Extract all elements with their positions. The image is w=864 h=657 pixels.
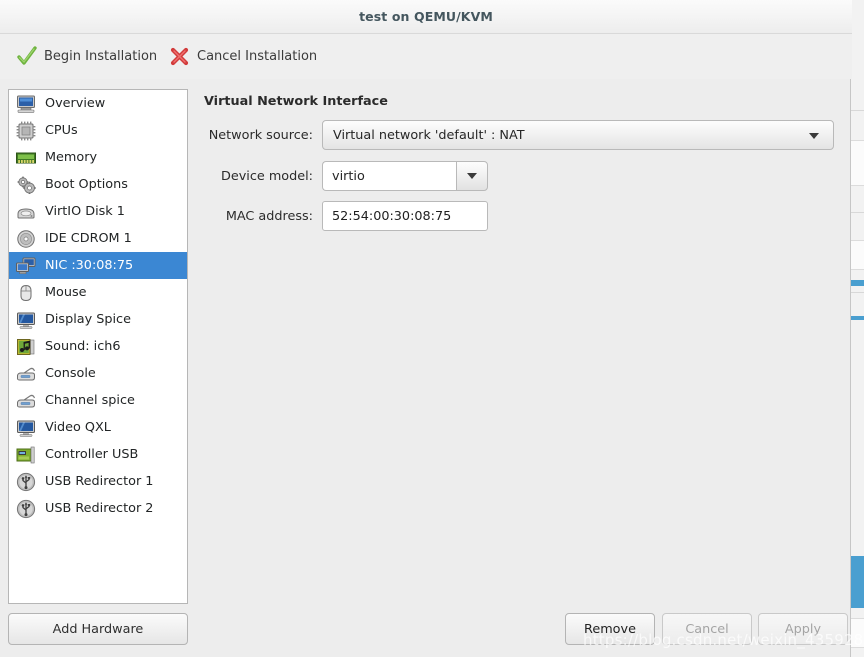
chevron-down-icon — [809, 133, 819, 139]
network-source-row: Network source: Virtual network 'default… — [196, 120, 834, 150]
usb-icon — [15, 498, 37, 520]
main-pane: Virtual Network Interface Network source… — [196, 89, 852, 604]
gears-icon — [15, 174, 37, 196]
cdrom-icon — [15, 228, 37, 250]
device-model-label: Device model: — [221, 168, 313, 184]
device-model-arrow-button[interactable] — [456, 161, 488, 191]
hardware-list-item-label: Overview — [45, 96, 106, 111]
controller-card-icon — [15, 444, 37, 466]
cpu-chip-icon — [15, 120, 37, 142]
memory-stick-icon — [15, 147, 37, 169]
hardware-list-item-label: NIC :30:08:75 — [45, 258, 134, 273]
hardware-list-item-label: VirtIO Disk 1 — [45, 204, 125, 219]
hardware-list-item[interactable]: Memory — [9, 144, 187, 171]
hardware-list-item-label: Channel spice — [45, 393, 135, 408]
toolbar: Begin Installation Cancel Installation — [0, 34, 852, 79]
red-x-icon — [169, 46, 190, 67]
channel-icon — [15, 390, 37, 412]
hardware-list-item[interactable]: Video QXL — [9, 414, 187, 441]
hardware-list-item-label: USB Redirector 1 — [45, 474, 154, 489]
hardware-list-item[interactable]: USB Redirector 2 — [9, 495, 187, 522]
network-source-label: Network source: — [208, 127, 313, 143]
sound-icon — [15, 336, 37, 358]
monitor-icon — [15, 93, 37, 115]
hardware-list-item-label: CPUs — [45, 123, 78, 138]
mouse-icon — [15, 282, 37, 304]
hardware-list-item-label: Sound: ich6 — [45, 339, 121, 354]
hardware-list-item[interactable]: Sound: ich6 — [9, 333, 187, 360]
video-icon — [15, 417, 37, 439]
section-title: Virtual Network Interface — [204, 94, 388, 109]
mac-address-label: MAC address: — [225, 208, 313, 224]
network-icon — [15, 255, 37, 277]
display-icon — [15, 309, 37, 331]
hardware-list-item-label: USB Redirector 2 — [45, 501, 154, 516]
hardware-list-item-label: Video QXL — [45, 420, 111, 435]
mac-address-row: MAC address: 52:54:00:30:08:75 — [196, 201, 488, 231]
hardware-list-item[interactable]: Display Spice — [9, 306, 187, 333]
hardware-list-item-label: Display Spice — [45, 312, 131, 327]
hardware-list-item[interactable]: VirtIO Disk 1 — [9, 198, 187, 225]
begin-installation-label: Begin Installation — [44, 48, 158, 64]
hardware-list-item[interactable]: IDE CDROM 1 — [9, 225, 187, 252]
cancel-installation-label: Cancel Installation — [197, 48, 318, 64]
apply-button: Apply — [758, 613, 848, 645]
hardware-list-item[interactable]: Boot Options — [9, 171, 187, 198]
hardware-list-item-label: Boot Options — [45, 177, 128, 192]
network-source-dropdown[interactable]: Virtual network 'default' : NAT — [322, 120, 834, 150]
device-model-row: Device model: virtio — [196, 161, 488, 191]
add-hardware-button[interactable]: Add Hardware — [8, 613, 188, 645]
hardware-list-item[interactable]: Mouse — [9, 279, 187, 306]
hardware-list-item-label: Console — [45, 366, 96, 381]
hardware-list-item[interactable]: Console — [9, 360, 187, 387]
hardware-list-item-label: Mouse — [45, 285, 87, 300]
mac-address-input[interactable]: 52:54:00:30:08:75 — [322, 201, 488, 231]
hardware-list-item-label: Memory — [45, 150, 98, 165]
usb-icon — [15, 471, 37, 493]
cancel-button: Cancel — [662, 613, 752, 645]
device-model-dropdown[interactable]: virtio — [322, 161, 488, 191]
hardware-list-item-label: Controller USB — [45, 447, 139, 462]
hardware-list-item[interactable]: CPUs — [9, 117, 187, 144]
harddisk-icon — [15, 201, 37, 223]
hardware-list-item[interactable]: Channel spice — [9, 387, 187, 414]
background-window-sliver — [850, 0, 864, 657]
hardware-list[interactable]: Overview CPUs Memory Boot Options VirtIO… — [8, 89, 188, 604]
title-bar: test on QEMU/KVM — [0, 0, 852, 34]
chevron-down-icon — [467, 173, 477, 179]
hardware-list-item[interactable]: USB Redirector 1 — [9, 468, 187, 495]
window-title: test on QEMU/KVM — [359, 9, 493, 24]
hardware-list-item[interactable]: Controller USB — [9, 441, 187, 468]
cancel-installation-button[interactable]: Cancel Installation — [163, 39, 323, 73]
network-source-value: Virtual network 'default' : NAT — [333, 127, 525, 143]
begin-installation-button[interactable]: Begin Installation — [10, 39, 163, 73]
console-icon — [15, 363, 37, 385]
hardware-list-item[interactable]: Overview — [9, 90, 187, 117]
hardware-list-item[interactable]: NIC :30:08:75 — [9, 252, 187, 279]
hardware-list-item-label: IDE CDROM 1 — [45, 231, 132, 246]
device-model-value[interactable]: virtio — [322, 161, 456, 191]
green-check-icon — [16, 45, 37, 67]
remove-button[interactable]: Remove — [565, 613, 655, 645]
